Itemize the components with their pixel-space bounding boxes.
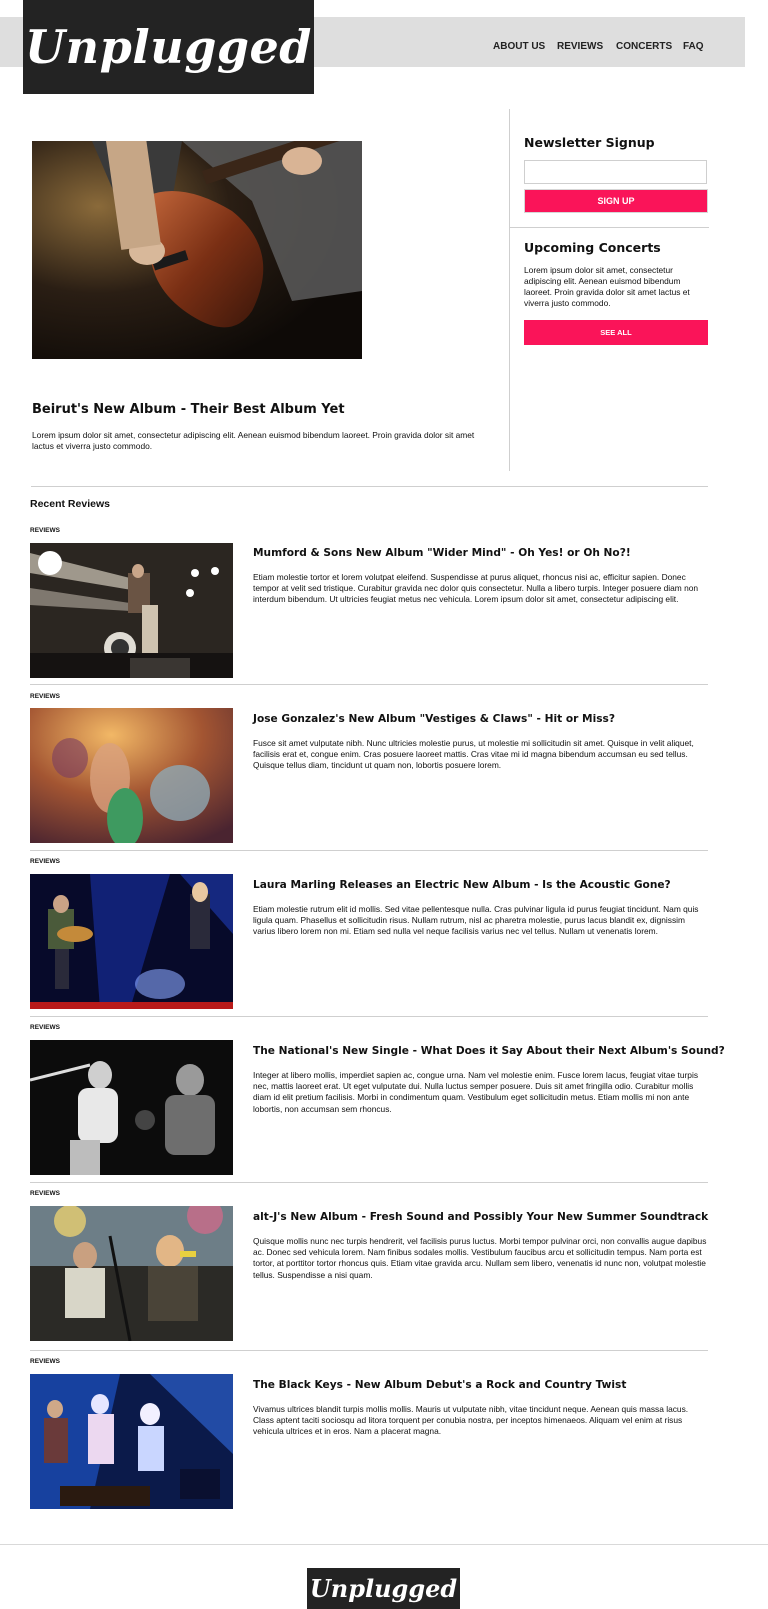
review-image[interactable] (30, 874, 233, 1009)
reviews-divider (31, 486, 708, 487)
review-tag[interactable]: REVIEWS (30, 858, 60, 865)
review-separator (30, 850, 708, 851)
nav-about-us[interactable]: ABOUT US (493, 41, 545, 52)
review-text: Etiam molestie rutrum elit id mollis. Se… (253, 904, 699, 937)
review-text: Fusce sit amet vulputate nibh. Nunc ultr… (253, 738, 694, 771)
see-all-button[interactable]: SEE ALL (524, 320, 708, 345)
review-text: Integer at libero mollis, imperdiet sapi… (253, 1070, 699, 1114)
review-title[interactable]: The Black Keys - New Album Debut's a Roc… (253, 1379, 626, 1391)
review-separator (30, 1350, 708, 1351)
signup-button[interactable]: SIGN UP (524, 189, 708, 213)
review-image[interactable] (30, 543, 233, 678)
review-text: Etiam molestie tortor et lorem volutpat … (253, 572, 699, 605)
featured-title[interactable]: Beirut's New Album - Their Best Album Ye… (32, 402, 345, 417)
recent-reviews-heading: Recent Reviews (30, 498, 110, 510)
review-separator (30, 684, 708, 685)
featured-image[interactable] (32, 141, 362, 359)
nav-faq[interactable]: FAQ (683, 41, 704, 52)
review-text: Vivamus ultrices blandit turpis mollis m… (253, 1404, 689, 1437)
newsletter-heading: Newsletter Signup (524, 135, 655, 150)
review-image[interactable] (30, 708, 233, 843)
review-title[interactable]: The National's New Single - What Does it… (253, 1045, 725, 1057)
review-title[interactable]: Laura Marling Releases an Electric New A… (253, 879, 671, 891)
review-tag[interactable]: REVIEWS (30, 693, 60, 700)
review-title[interactable]: alt-J's New Album - Fresh Sound and Poss… (253, 1211, 708, 1223)
sidebar-separator (510, 227, 709, 228)
newsletter-email-input[interactable] (524, 160, 707, 184)
site-logo[interactable]: Unplugged (23, 0, 314, 94)
concerts-text: Lorem ipsum dolor sit amet, consectetur … (524, 265, 690, 308)
sidebar-divider (509, 109, 510, 471)
nav-reviews[interactable]: REVIEWS (557, 41, 603, 52)
footer-divider (0, 1544, 768, 1545)
review-tag[interactable]: REVIEWS (30, 1190, 60, 1197)
footer-logo-text: Unplugged (309, 1574, 458, 1603)
concerts-heading: Upcoming Concerts (524, 240, 661, 255)
review-text: Quisque mollis nunc nec turpis hendrerit… (253, 1236, 707, 1280)
review-image[interactable] (30, 1374, 233, 1509)
logo-text: Unplugged (25, 20, 312, 74)
review-separator (30, 1182, 708, 1183)
review-image[interactable] (30, 1206, 233, 1341)
review-tag[interactable]: REVIEWS (30, 1358, 60, 1365)
review-title[interactable]: Jose Gonzalez's New Album "Vestiges & Cl… (253, 713, 615, 725)
review-separator (30, 1016, 708, 1017)
review-tag[interactable]: REVIEWS (30, 1024, 60, 1031)
review-image[interactable] (30, 1040, 233, 1175)
review-tag[interactable]: REVIEWS (30, 527, 60, 534)
nav-concerts[interactable]: CONCERTS (616, 41, 672, 52)
footer-logo[interactable]: Unplugged (307, 1568, 460, 1609)
featured-text: Lorem ipsum dolor sit amet, consectetur … (32, 430, 475, 451)
review-title[interactable]: Mumford & Sons New Album "Wider Mind" - … (253, 547, 631, 559)
